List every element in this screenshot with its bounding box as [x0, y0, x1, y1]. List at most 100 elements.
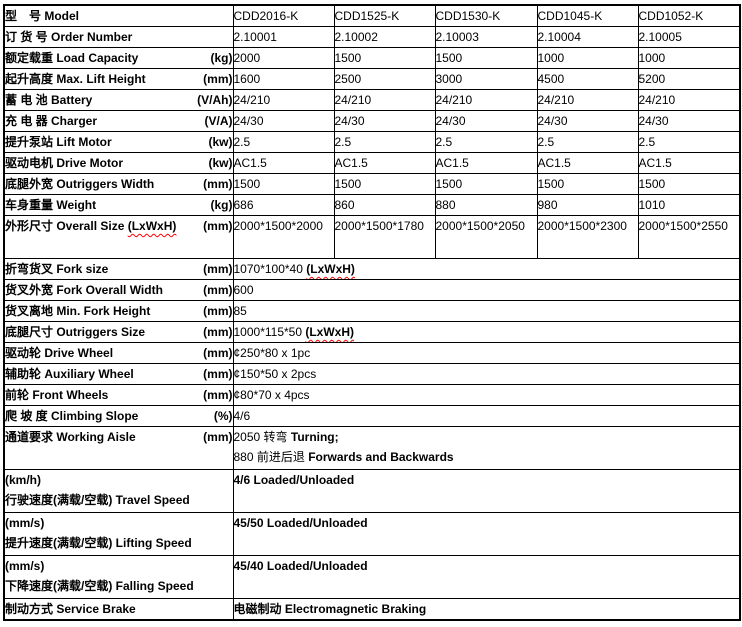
- value-text: 24/210: [335, 93, 372, 107]
- row-label-wrap: (km/h)行驶速度(满载/空载) Travel Speed: [5, 470, 233, 510]
- table-row: (kg)额定载重 Load Capacity200015001500100010…: [4, 48, 740, 69]
- row-label-cell: (kg)车身重量 Weight: [4, 195, 233, 216]
- value-cell: 2.10003: [435, 27, 537, 48]
- row-label-cell: (mm)前轮 Front Wheels: [4, 385, 233, 406]
- row-unit: (%): [214, 406, 233, 426]
- row-label-wrap: (V/A)充 电 器 Charger: [5, 111, 233, 131]
- row-label-wrap: (kw)驱动电机 Drive Motor: [5, 153, 233, 173]
- table-row: 型 号 ModelCDD2016-KCDD1525-KCDD1530-KCDD1…: [4, 5, 740, 27]
- value-text: 3000: [436, 72, 463, 86]
- value-text: 1010: [639, 198, 666, 212]
- value-text: 2000*1500*2050: [436, 219, 525, 233]
- value-segment: Electromagnetic Braking: [285, 602, 426, 616]
- value-line: 4/6 Loaded/Unloaded: [234, 470, 740, 490]
- value-segment: 电磁制动: [234, 602, 285, 616]
- value-cell: 24/30: [638, 111, 740, 132]
- row-label-cell: (%)爬 坡 度 Climbing Slope: [4, 406, 233, 427]
- value-cell-span: 1070*100*40 (LxWxH): [233, 259, 740, 280]
- value-text: 2.5: [234, 135, 251, 149]
- table-row: (mm)起升高度 Max. Lift Height160025003000450…: [4, 69, 740, 90]
- row-label-cell: 型 号 Model: [4, 5, 233, 27]
- value-line: ¢150*50 x 2pcs: [234, 364, 740, 384]
- row-unit: (V/Ah): [197, 90, 232, 110]
- value-text: 1000: [639, 51, 666, 65]
- value-line: ¢80*70 x 4pcs: [234, 385, 740, 405]
- value-cell: 2.5: [638, 132, 740, 153]
- row-label: 提升泵站 Lift Motor: [5, 135, 112, 149]
- table-row: (V/Ah)蓄 电 池 Battery24/21024/21024/21024/…: [4, 90, 740, 111]
- value-segment: 880 前进后退: [234, 450, 309, 464]
- row-label-wrap: (mm)底腿外宽 Outriggers Width: [5, 174, 233, 194]
- row-unit: (mm): [203, 364, 232, 384]
- row-unit: (mm): [203, 427, 232, 447]
- row-label: 外形尺寸 Overall Size: [5, 219, 128, 233]
- value-text: 2000: [234, 51, 261, 65]
- value-cell: 1500: [638, 174, 740, 195]
- row-unit: (mm): [203, 301, 232, 321]
- value-cell: 24/30: [537, 111, 638, 132]
- value-text: CDD2016-K: [234, 9, 299, 23]
- value-text: AC1.5: [335, 156, 368, 170]
- value-line: 1070*100*40 (LxWxH): [234, 259, 740, 279]
- value-cell: 2000*1500*2300: [537, 216, 638, 259]
- table-row: (mm)驱动轮 Drive Wheel¢250*80 x 1pc: [4, 343, 740, 364]
- value-cell: 1500: [435, 48, 537, 69]
- value-text: 2500: [335, 72, 362, 86]
- value-text: 24/210: [234, 93, 271, 107]
- value-text: 1500: [639, 177, 666, 191]
- value-cell-span: 1000*115*50 (LxWxH): [233, 322, 740, 343]
- value-text: 2000*1500*2000: [234, 219, 323, 233]
- value-text: 24/210: [639, 93, 676, 107]
- row-label-wrap: (mm/s)下降速度(满载/空载) Falling Speed: [5, 556, 233, 596]
- table-row: (kg)车身重量 Weight6868608809801010: [4, 195, 740, 216]
- table-row: (km/h)行驶速度(满载/空载) Travel Speed4/6 Loaded…: [4, 470, 740, 513]
- value-text: 1500: [335, 51, 362, 65]
- value-cell: 24/30: [435, 111, 537, 132]
- row-label-wrap: (mm) 通道要求 Working Aisle: [5, 427, 233, 447]
- value-text: 880: [436, 198, 456, 212]
- row-label-wrap: (mm)外形尺寸 Overall Size (LxWxH): [5, 216, 233, 236]
- value-text: 2.10003: [436, 30, 479, 44]
- value-line: 45/50 Loaded/Unloaded: [234, 513, 740, 533]
- table-row: (%)爬 坡 度 Climbing Slope4/6: [4, 406, 740, 427]
- value-text: AC1.5: [436, 156, 469, 170]
- value-cell: 2500: [334, 69, 435, 90]
- value-cell-span: 4/6 Loaded/Unloaded: [233, 470, 740, 513]
- value-cell: 2.5: [233, 132, 334, 153]
- value-cell-span: 45/50 Loaded/Unloaded: [233, 513, 740, 556]
- value-cell: 2.10002: [334, 27, 435, 48]
- value-text: AC1.5: [639, 156, 672, 170]
- row-label: 行驶速度(满载/空载) Travel Speed: [5, 493, 190, 507]
- row-unit: (mm): [203, 280, 232, 300]
- value-cell: 2000*1500*2000: [233, 216, 334, 259]
- value-line: 4/6: [234, 406, 740, 426]
- value-cell: 24/210: [537, 90, 638, 111]
- row-label-wrap: 订 货 号 Order Number: [5, 27, 233, 47]
- value-segment: (LxWxH): [306, 262, 355, 276]
- value-cell: 1000: [638, 48, 740, 69]
- row-label: 货叉离地 Min. Fork Height: [5, 304, 150, 318]
- value-cell: AC1.5: [435, 153, 537, 174]
- value-cell: 2.10004: [537, 27, 638, 48]
- row-label-wrap: (mm)起升高度 Max. Lift Height: [5, 69, 233, 89]
- row-label-cell: (mm/s)下降速度(满载/空载) Falling Speed: [4, 556, 233, 599]
- value-cell: 980: [537, 195, 638, 216]
- row-label-wrap: (%)爬 坡 度 Climbing Slope: [5, 406, 233, 426]
- value-cell: AC1.5: [334, 153, 435, 174]
- value-cell: 1500: [334, 48, 435, 69]
- value-cell: 24/210: [233, 90, 334, 111]
- spec-table: 型 号 ModelCDD2016-KCDD1525-KCDD1530-KCDD1…: [3, 4, 741, 621]
- value-text: 1500: [436, 51, 463, 65]
- value-cell: 686: [233, 195, 334, 216]
- value-segment: Turning;: [291, 430, 339, 444]
- value-cell: 1500: [537, 174, 638, 195]
- row-label-cell: (mm) 通道要求 Working Aisle: [4, 427, 233, 470]
- row-label-wrap: (mm/s)提升速度(满载/空载) Lifting Speed: [5, 513, 233, 553]
- row-label-wrap: (mm) 货叉离地 Min. Fork Height: [5, 301, 233, 321]
- row-label-wrap: (kg)额定载重 Load Capacity: [5, 48, 233, 68]
- value-text: CDD1045-K: [538, 9, 603, 23]
- row-unit: (mm): [203, 216, 232, 236]
- row-label: 型 号 Model: [5, 9, 79, 23]
- row-label: 通道要求 Working Aisle: [5, 430, 136, 444]
- table-row: (mm)辅助轮 Auxiliary Wheel¢150*50 x 2pcs: [4, 364, 740, 385]
